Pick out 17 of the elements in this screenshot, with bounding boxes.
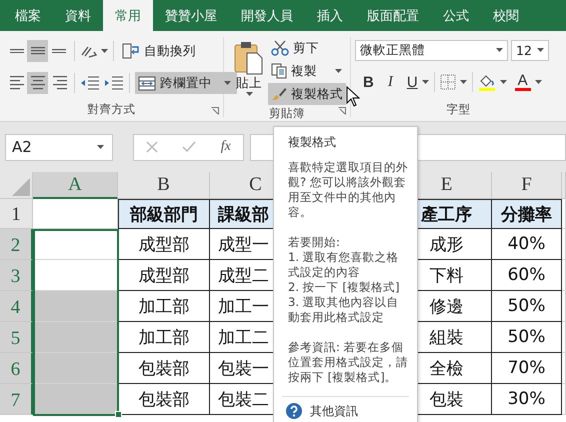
table-cell: 包裝部 [118,353,210,384]
table-cell: 部級部門 [118,199,210,229]
table-cell: 50% [492,322,562,353]
table-cell: 成型部 [118,260,210,291]
table-cell: 30% [492,384,562,415]
table-cell: 加工部 [118,291,210,322]
table-cell: 70% [492,353,562,384]
table-cell: 50% [492,291,562,322]
group-label: 字型 [446,101,472,117]
table-cell: 40% [492,229,562,260]
group-label: 對齊方式 [86,101,136,117]
tooltip-title: 複製格式 [288,135,337,150]
table-cell: 成型部 [118,229,210,260]
table-cell: 加工部 [118,322,210,353]
table-cell: 分攤率 [492,199,562,229]
table-cell: 60% [492,260,562,291]
group-label: 剪貼簿 [268,105,306,121]
